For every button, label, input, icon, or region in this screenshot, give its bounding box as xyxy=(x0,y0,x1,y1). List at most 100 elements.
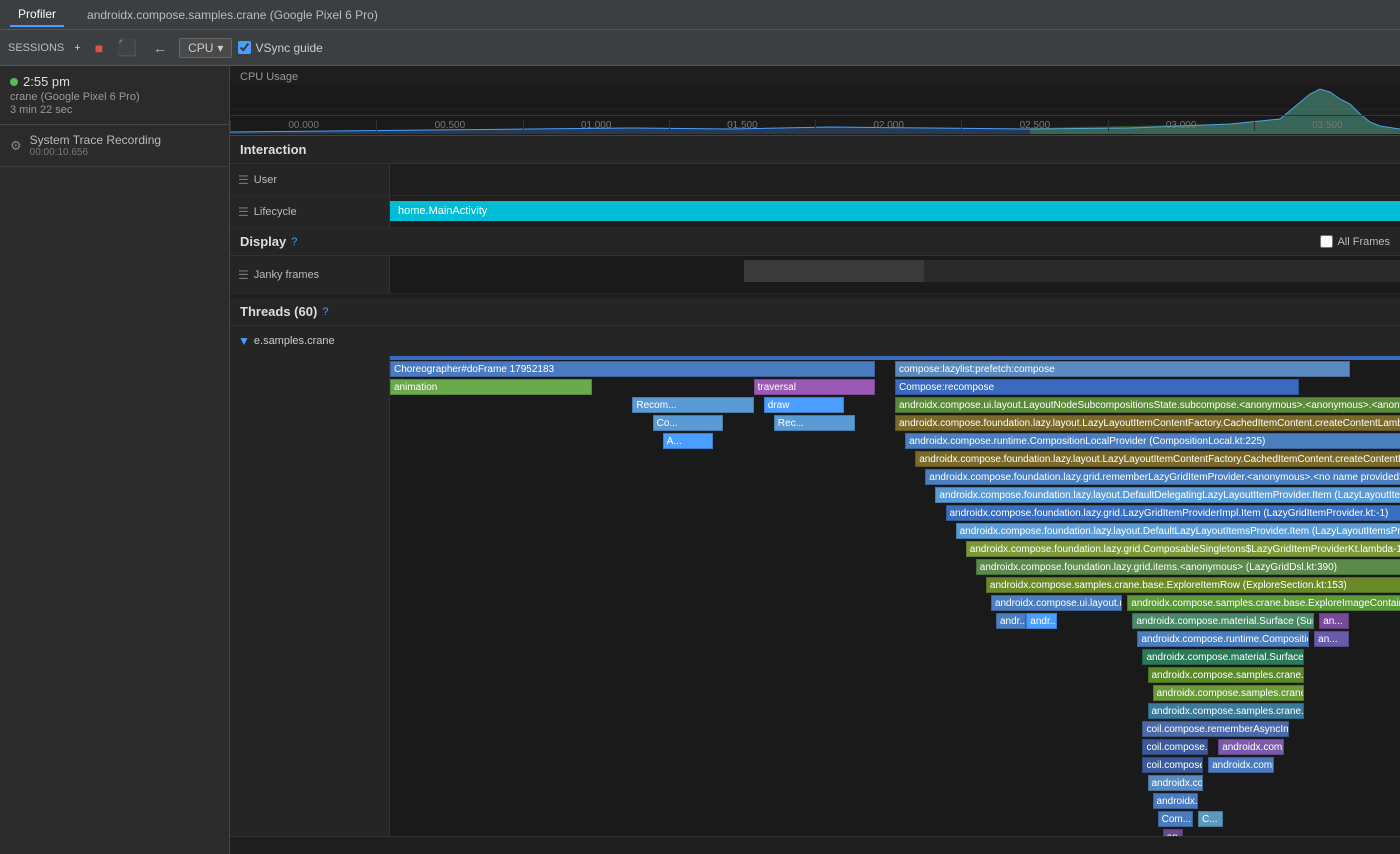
cached-block[interactable]: androidx.compose.foundation.lazy.layout.… xyxy=(915,451,1400,467)
surface-block[interactable]: androidx.compose.material.Surface (Surfa… xyxy=(1132,613,1314,629)
draw-block[interactable]: draw xyxy=(764,397,845,413)
an-block2[interactable]: an... xyxy=(1314,631,1349,647)
all-frames-checkbox[interactable]: All Frames xyxy=(1320,235,1390,248)
recording-name: System Trace Recording xyxy=(30,133,161,147)
explore-item-row-block[interactable]: androidx.compose.samples.crane.base.Expl… xyxy=(986,577,1400,593)
content-area: CPU Usage 00.000 00.500 01.000 01.500 xyxy=(230,66,1400,854)
recording-item[interactable]: ⚙ System Trace Recording 00:00:10.656 xyxy=(0,125,229,167)
row24: androidx.com... xyxy=(390,792,1400,810)
lazy-items-block[interactable]: androidx.compose.foundation.lazy.layout.… xyxy=(956,523,1400,539)
lazy-grid-items-block[interactable]: androidx.compose.foundation.lazy.grid.it… xyxy=(976,559,1400,575)
lifecycle-row: ☰ Lifecycle home.MainActivity xyxy=(230,196,1400,228)
flame-chart[interactable]: Choreographer#doFrame 17952183 compose:l… xyxy=(230,356,1400,836)
animation-row: animation traversal Compose:recompose xyxy=(390,378,1400,396)
session-time-row: 2:55 pm xyxy=(10,74,219,89)
recom-block[interactable]: Recom... xyxy=(632,397,753,413)
row6: androidx.compose.foundation.lazy.grid.re… xyxy=(390,468,1400,486)
activity-bar: home.MainActivity xyxy=(390,201,1400,221)
threads-section-header[interactable]: Threads (60) ? xyxy=(230,298,1400,326)
janky-hamburger-icon[interactable]: ☰ xyxy=(238,268,249,282)
user-content xyxy=(390,164,1400,195)
compose-prefetch-block[interactable]: compose:lazylist:prefetch:compose xyxy=(895,361,1350,377)
c-block[interactable]: C... xyxy=(1198,811,1223,827)
row10: androidx.compose.foundation.lazy.grid.Co… xyxy=(390,540,1400,558)
explore-image-container-block[interactable]: androidx.compose.samples.crane.base.Expl… xyxy=(1127,595,1400,611)
sessions-label: SESSIONS xyxy=(8,42,64,54)
compose-com2-block[interactable]: androidx.com... xyxy=(1153,793,1198,809)
row12: androidx.compose.samples.crane.base.Expl… xyxy=(390,576,1400,594)
coil-remember-block[interactable]: coil.compose.rememberAsyncImagePainter (… xyxy=(1142,721,1288,737)
lifecycle-hamburger-icon[interactable]: ☰ xyxy=(238,205,249,219)
row26: an... xyxy=(390,828,1400,836)
ruler-0: 00.000 xyxy=(230,120,376,131)
cpu-label: CPU xyxy=(188,41,213,55)
profiler-tab[interactable]: Profiler xyxy=(10,3,64,27)
user-label: User xyxy=(254,174,277,186)
compose-com-block[interactable]: androidx.com... xyxy=(1148,775,1204,791)
user-row: ☰ User xyxy=(230,164,1400,196)
cpu-selector[interactable]: CPU ▾ xyxy=(179,38,232,58)
stop-button[interactable]: ■ xyxy=(91,38,107,58)
row2: Recom... draw androidx.compose.ui.layout… xyxy=(390,396,1400,414)
row23: androidx.com... xyxy=(390,774,1400,792)
explore-l2-block[interactable]: androidx.compose.samples.crane.base.Expl… xyxy=(1148,703,1305,719)
andr-block1[interactable]: andr... xyxy=(996,613,1026,629)
compose-ui-m-block[interactable]: androidx.compose.ui.layout.m... xyxy=(991,595,1122,611)
cpu-usage-label: CPU Usage xyxy=(240,71,298,83)
compose-recompose-block[interactable]: Compose:recompose xyxy=(895,379,1299,395)
co-block[interactable]: Co... xyxy=(653,415,724,431)
lifecycle-label: Lifecycle xyxy=(254,206,297,218)
back-button[interactable]: ← xyxy=(147,38,173,58)
add-session-button[interactable]: + xyxy=(70,40,84,56)
ruler-5: 02.500 xyxy=(961,120,1107,131)
explore-l-block[interactable]: androidx.compose.samples.crane.base.Expl… xyxy=(1148,667,1305,683)
threads-help-icon: ? xyxy=(322,306,328,318)
display-section-header[interactable]: Display ? All Frames xyxy=(230,228,1400,256)
row9: androidx.compose.foundation.lazy.layout.… xyxy=(390,522,1400,540)
composition-local2-block[interactable]: androidx.compose.runtime.CompositionLoca… xyxy=(1137,631,1309,647)
interaction-title: Interaction xyxy=(240,142,306,157)
an-block1[interactable]: an... xyxy=(1319,613,1349,629)
grid-impl-block[interactable]: androidx.compose.foundation.lazy.grid.La… xyxy=(946,505,1400,521)
traversal-block[interactable]: traversal xyxy=(754,379,875,395)
thread-group-name: e.samples.crane xyxy=(254,335,335,347)
lazy-grid-remember-block[interactable]: androidx.compose.foundation.lazy.grid.re… xyxy=(925,469,1400,485)
vsync-guide-checkbox[interactable]: VSync guide xyxy=(238,41,322,55)
composable-singletons-block[interactable]: androidx.compose.foundation.lazy.grid.Co… xyxy=(966,541,1400,557)
coil-r2-block[interactable]: coil.compose.r... xyxy=(1142,757,1203,773)
animation-block[interactable]: animation xyxy=(390,379,592,395)
cpu-dropdown-icon: ▾ xyxy=(217,41,223,55)
compose-u-block[interactable]: androidx.compose.u... xyxy=(1218,739,1284,755)
row25: Com... C... xyxy=(390,810,1400,828)
main-layout: 2:55 pm crane (Google Pixel 6 Pro) 3 min… xyxy=(0,66,1400,854)
thread-group-header[interactable]: ▼ e.samples.crane xyxy=(230,326,1400,356)
row17: androidx.compose.samples.crane.base.Expl… xyxy=(390,666,1400,684)
sidebar: 2:55 pm crane (Google Pixel 6 Pro) 3 min… xyxy=(0,66,230,854)
com-block[interactable]: Com... xyxy=(1158,811,1193,827)
an-row26[interactable]: an... xyxy=(1163,829,1183,836)
trace-content[interactable]: Interaction ☰ User ☰ Lifecycle home.Mai xyxy=(230,136,1400,854)
interaction-section-header[interactable]: Interaction xyxy=(230,136,1400,164)
record-button[interactable]: ⬛ xyxy=(113,36,141,60)
app-tab[interactable]: androidx.compose.samples.crane (Google P… xyxy=(79,4,386,26)
explore-it-block[interactable]: androidx.compose.samples.crane.base.Expl… xyxy=(1153,685,1305,701)
compose-ui-block[interactable]: androidx.compose.ui.layout.LayoutNodeSub… xyxy=(895,397,1400,413)
delegating-block[interactable]: androidx.compose.foundation.lazy.layout.… xyxy=(935,487,1400,503)
session-device: crane (Google Pixel 6 Pro) xyxy=(10,91,219,103)
andr-block2[interactable]: andr... xyxy=(1026,613,1056,629)
row13: androidx.compose.ui.layout.m... androidx… xyxy=(390,594,1400,612)
thread-group-arrow-icon: ▼ xyxy=(238,334,250,348)
coil-r-block[interactable]: coil.compose.r... xyxy=(1142,739,1208,755)
row21: coil.compose.r... androidx.compose.u... xyxy=(390,738,1400,756)
row5: androidx.compose.foundation.lazy.layout.… xyxy=(390,450,1400,468)
composition-local-block[interactable]: androidx.compose.runtime.CompositionLoca… xyxy=(905,433,1400,449)
ruler-3: 01.500 xyxy=(669,120,815,131)
compose-compo-block[interactable]: androidx.compo... xyxy=(1208,757,1274,773)
a-block[interactable]: A... xyxy=(663,433,714,449)
surface-anon-block[interactable]: androidx.compose.material.Surface.<anony… xyxy=(1142,649,1304,665)
lazy-factory-block[interactable]: androidx.compose.foundation.lazy.layout.… xyxy=(895,415,1400,431)
choreographer-block[interactable]: Choreographer#doFrame 17952183 xyxy=(390,361,875,377)
user-hamburger-icon[interactable]: ☰ xyxy=(238,173,249,187)
rec-block[interactable]: Rec... xyxy=(774,415,855,431)
row14: andr... andr... androidx.compose.materia… xyxy=(390,612,1400,630)
